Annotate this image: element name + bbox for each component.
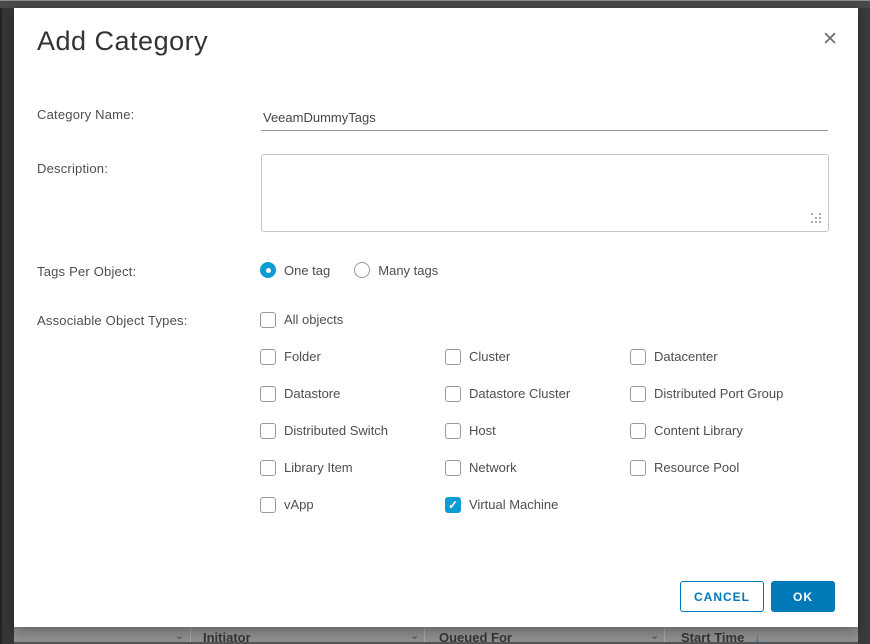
tags-per-object-radiogroup: One tag Many tags	[260, 262, 438, 278]
object-type-grid: ✓ Folder ✓ Cluster ✓ Datacenter ✓ Datast…	[260, 348, 783, 513]
category-name-input[interactable]	[261, 104, 828, 131]
check-icon: ✓	[448, 499, 458, 511]
dialog-footer: CANCEL OK	[680, 581, 835, 612]
grid-empty-cell	[630, 496, 783, 513]
chevron-down-icon: ⌄	[650, 629, 659, 642]
checkbox-datastore-cluster[interactable]: ✓ Datastore Cluster	[445, 385, 630, 402]
add-category-dialog: Add Category ✕ Category Name: Descriptio…	[14, 8, 858, 627]
radio-dot[interactable]	[354, 262, 370, 278]
checkbox-vapp[interactable]: ✓ vApp	[260, 496, 445, 513]
checkbox-library-item[interactable]: ✓ Library Item	[260, 459, 445, 476]
checkbox-datastore[interactable]: ✓ Datastore	[260, 385, 445, 402]
checkbox-cluster[interactable]: ✓ Cluster	[445, 348, 630, 365]
checkbox-box[interactable]: ✓	[630, 423, 646, 439]
checkbox-box[interactable]: ✓	[445, 460, 461, 476]
checkbox-box[interactable]: ✓	[445, 349, 461, 365]
checkbox-network[interactable]: ✓ Network	[445, 459, 630, 476]
checkbox-box[interactable]: ✓	[630, 386, 646, 402]
radio-label: Many tags	[378, 263, 438, 278]
column-divider	[424, 627, 425, 644]
checkbox-box[interactable]: ✓	[630, 349, 646, 365]
checkbox-all-objects[interactable]: ✓ All objects	[260, 311, 783, 328]
checkbox-box[interactable]: ✓	[260, 460, 276, 476]
column-divider	[190, 627, 191, 644]
radio-label: One tag	[284, 263, 330, 278]
checkbox-box[interactable]: ✓	[445, 497, 461, 513]
associable-object-types-label: Associable Object Types:	[37, 313, 188, 328]
ok-button[interactable]: OK	[771, 581, 835, 612]
checkbox-folder[interactable]: ✓ Folder	[260, 348, 445, 365]
close-icon[interactable]: ✕	[822, 30, 838, 49]
background-table-header-strip: ⌄ Initiator ⌄ Queued For ⌄ Start Time ↓	[14, 627, 858, 644]
column-header-initiator: Initiator	[203, 630, 251, 644]
column-header-queued-for: Queued For	[439, 630, 512, 644]
radio-dot[interactable]	[260, 262, 276, 278]
description-label: Description:	[37, 161, 108, 176]
description-textarea[interactable]	[261, 154, 829, 232]
checkbox-resource-pool[interactable]: ✓ Resource Pool	[630, 459, 783, 476]
checkbox-datacenter[interactable]: ✓ Datacenter	[630, 348, 783, 365]
cancel-button[interactable]: CANCEL	[680, 581, 764, 612]
checkbox-content-library[interactable]: ✓ Content Library	[630, 422, 783, 439]
window-left-border	[0, 8, 14, 644]
column-header-start-time: Start Time	[681, 630, 744, 644]
description-field-wrap	[261, 154, 829, 232]
checkbox-box[interactable]: ✓	[260, 423, 276, 439]
resize-grip-icon[interactable]	[811, 213, 813, 215]
radio-one-tag[interactable]: One tag	[260, 262, 330, 278]
chevron-down-icon: ⌄	[410, 629, 419, 642]
column-divider	[664, 627, 665, 644]
checkbox-distributed-port-group[interactable]: ✓ Distributed Port Group	[630, 385, 783, 402]
category-name-label: Category Name:	[37, 107, 134, 122]
checkbox-box[interactable]: ✓	[260, 386, 276, 402]
chevron-down-icon: ⌄	[175, 629, 184, 642]
dialog-title: Add Category	[37, 26, 208, 57]
checkbox-box[interactable]: ✓	[260, 312, 276, 328]
associable-object-types-group: ✓ All objects ✓ Folder ✓ Cluster ✓ Datac…	[260, 311, 783, 513]
checkbox-virtual-machine[interactable]: ✓ Virtual Machine	[445, 496, 630, 513]
screen: ⌄ Initiator ⌄ Queued For ⌄ Start Time ↓ …	[0, 0, 870, 644]
checkbox-box[interactable]: ✓	[445, 423, 461, 439]
checkbox-distributed-switch[interactable]: ✓ Distributed Switch	[260, 422, 445, 439]
checkbox-box[interactable]: ✓	[260, 497, 276, 513]
checkbox-box[interactable]: ✓	[630, 460, 646, 476]
sort-descending-icon: ↓	[754, 630, 761, 644]
window-right-border	[858, 8, 870, 644]
checkbox-box[interactable]: ✓	[445, 386, 461, 402]
window-top-border	[0, 0, 870, 8]
checkbox-box[interactable]: ✓	[260, 349, 276, 365]
tags-per-object-label: Tags Per Object:	[37, 264, 136, 279]
radio-many-tags[interactable]: Many tags	[354, 262, 438, 278]
checkbox-host[interactable]: ✓ Host	[445, 422, 630, 439]
